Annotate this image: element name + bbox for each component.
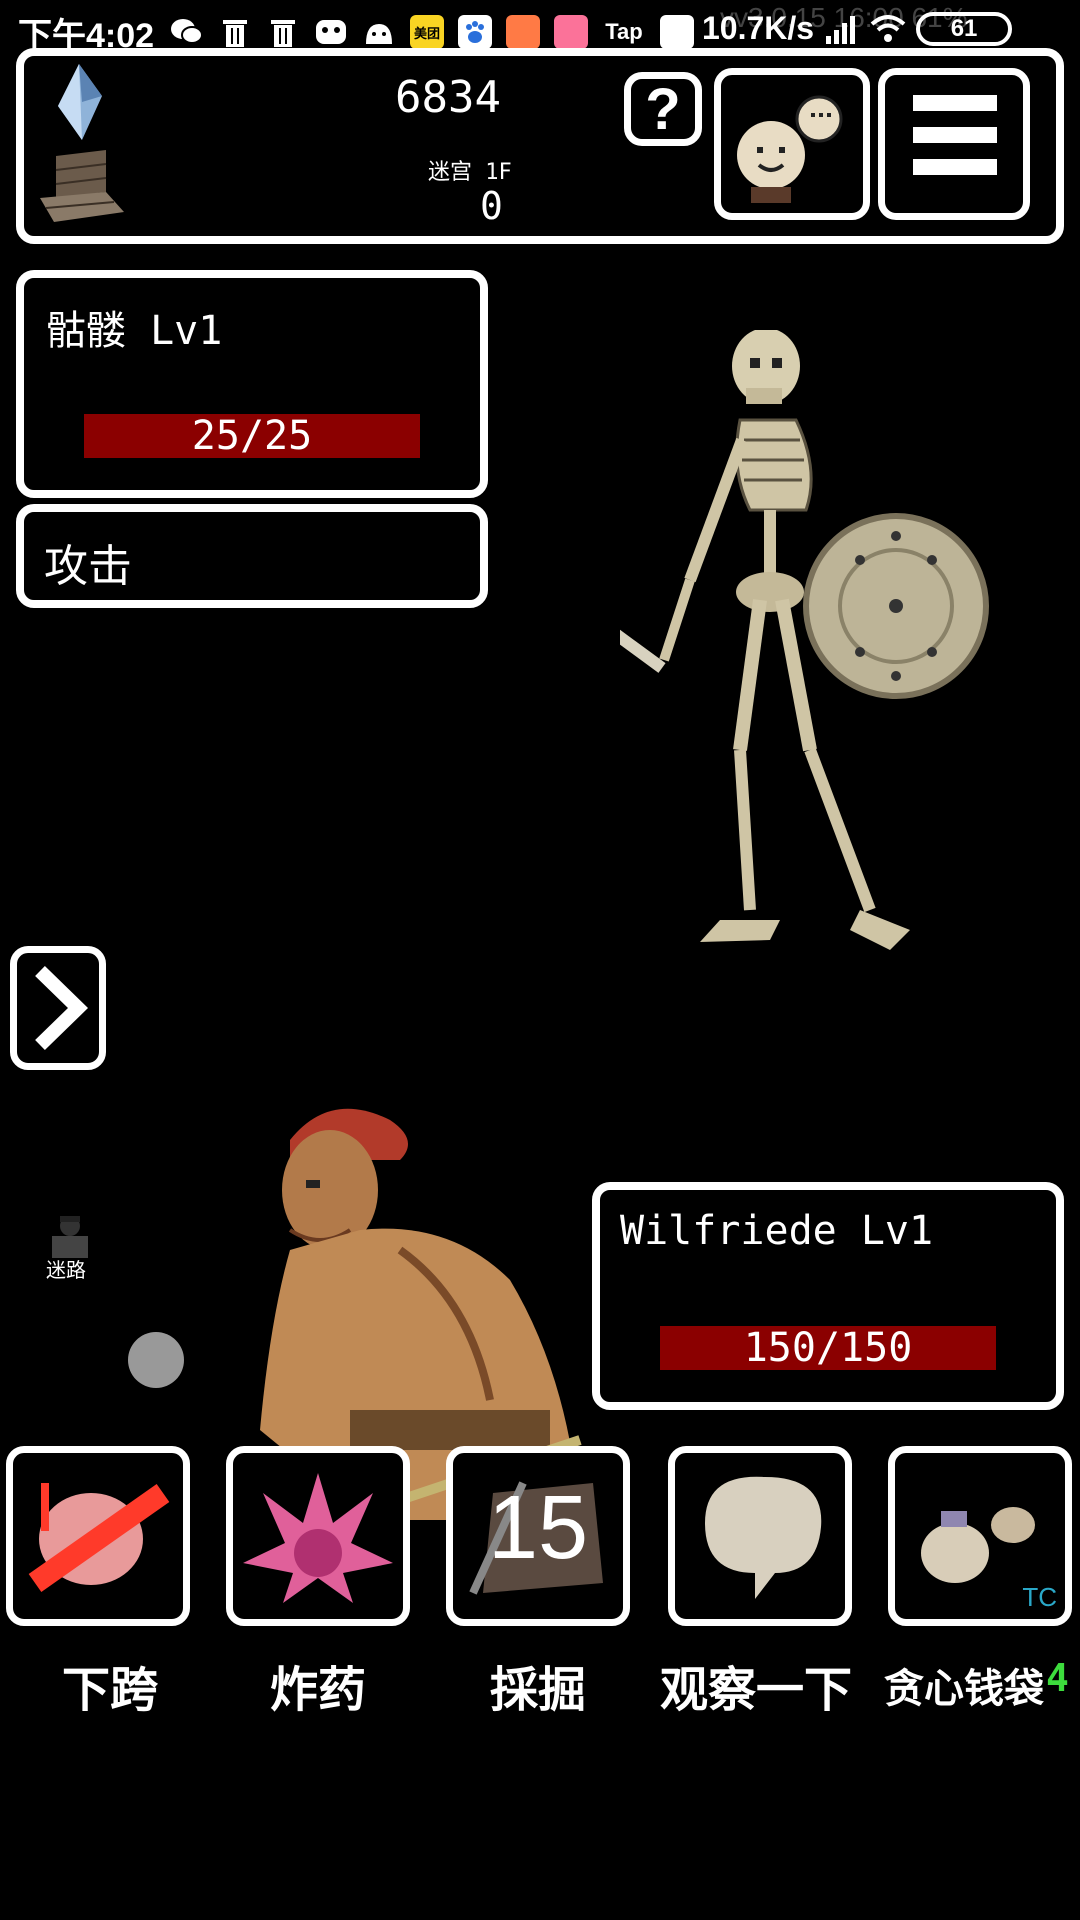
dig-count: 15 (487, 1478, 589, 1578)
net-speed: 10.7K/s (701, 10, 815, 46)
skill-observe-label: 观察一下 (659, 1664, 852, 1717)
chat-face-icon (737, 95, 843, 203)
taptap-icon: Tap (605, 19, 643, 44)
wechat-icon (170, 15, 204, 49)
android-icon (362, 15, 396, 49)
skill-money-bag-button[interactable]: TC (888, 1446, 1072, 1626)
observe-icon (705, 1476, 822, 1599)
notification-icons: 美团 Tap (170, 12, 694, 52)
status-right: ··· 10.7K/s 61 (660, 10, 1013, 47)
lost-label: 迷路 (46, 1260, 86, 1282)
menu-button[interactable] (878, 68, 1030, 220)
enemy-name: 骷髅 Lv1 (46, 308, 223, 354)
wifi-icon (870, 14, 906, 42)
trash-icon (218, 15, 252, 49)
money-bag-count: 4 (1046, 1656, 1069, 1700)
meituan-icon: 美团 (410, 15, 444, 49)
baidu-icon (458, 15, 492, 49)
shop-icon (506, 15, 540, 49)
player-hp-bar: 150/150 (660, 1325, 996, 1371)
trash-icon (266, 15, 300, 49)
skeleton-enemy-sprite[interactable] (486, 328, 1020, 1010)
skill-descend-button[interactable] (6, 1446, 190, 1626)
descend-icon (28, 1483, 170, 1592)
skill-dig-button[interactable]: 15 (446, 1446, 630, 1626)
next-button[interactable] (10, 946, 106, 1070)
dungeon-floor-icon (36, 146, 126, 226)
dynamite-icon (243, 1473, 393, 1603)
skill-dig-label: 採掘 (489, 1664, 586, 1717)
action-text: 攻击 (44, 541, 132, 592)
skill-money-bag-label: 贪心钱袋 (884, 1667, 1044, 1711)
skill-descend-label: 下跨 (61, 1664, 158, 1717)
game-icon (314, 15, 348, 49)
chevron-right-icon (35, 965, 88, 1051)
floor-label: 迷宫 1F (428, 160, 512, 185)
skill-dynamite-label: 炸药 (269, 1664, 366, 1717)
bilibili-icon (554, 15, 588, 49)
skill-dynamite-button[interactable] (226, 1446, 410, 1626)
skill-observe-button[interactable] (668, 1446, 852, 1626)
battery-indicator: 61 (916, 11, 1013, 46)
player-name: Wilfriede Lv1 (620, 1208, 934, 1254)
help-button[interactable]: ? (624, 72, 702, 146)
gem-count: 6834 (395, 72, 501, 123)
chat-button[interactable] (714, 68, 870, 220)
signal-icon (826, 15, 856, 44)
more-indicator: ··· (660, 10, 692, 46)
money-bag-tag: TC (1022, 1582, 1057, 1612)
floor-value: 0 (480, 184, 503, 228)
crystal-icon (52, 62, 106, 142)
joystick-knob[interactable] (128, 1332, 184, 1388)
enemy-hp-bar: 25/25 (84, 413, 420, 459)
